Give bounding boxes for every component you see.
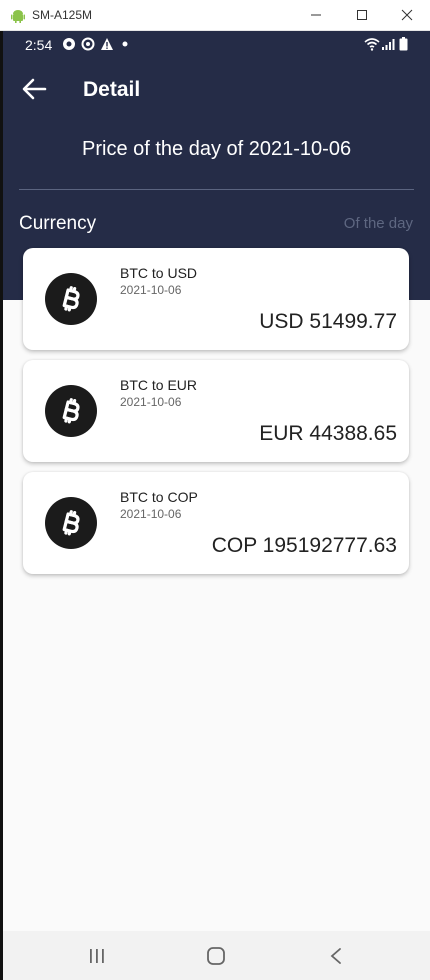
window-title-bar: SM-A125M (0, 0, 430, 31)
currency-pair: BTC to EUR (120, 377, 198, 393)
rate-date: 2021-10-06 (120, 507, 182, 521)
rate-amount: USD 51499.77 (259, 310, 397, 333)
sync-icon (81, 37, 95, 51)
rate-amount: COP 195192777.63 (211, 534, 397, 557)
rate-amount: EUR 44388.65 (259, 422, 397, 445)
header-divider (19, 189, 414, 190)
bitcoin-icon (45, 273, 97, 325)
rate-card[interactable]: BTC to EUR 2021-10-06 EUR 44388.65 (23, 360, 409, 462)
notification-icon (63, 38, 75, 50)
close-window-button[interactable] (384, 0, 430, 30)
of-the-day-label: Of the day (343, 215, 413, 232)
back-arrow-icon[interactable] (21, 77, 47, 101)
recent-apps-button[interactable] (77, 943, 117, 969)
page-title: Detail (83, 78, 141, 101)
currency-pair: BTC to USD (120, 265, 198, 281)
currency-pair: BTC to COP (120, 489, 198, 505)
more-notifications-dot-icon (122, 41, 128, 47)
rate-card[interactable]: BTC to USD 2021-10-06 USD 51499.77 (23, 248, 409, 350)
android-icon (11, 10, 25, 23)
rate-date: 2021-10-06 (120, 283, 182, 297)
rate-card-list: BTC to USD 2021-10-06 USD 51499.77 BTC t… (23, 248, 409, 584)
minimize-button[interactable] (293, 0, 339, 30)
system-nav-bar (3, 931, 430, 980)
bitcoin-icon (45, 497, 97, 549)
home-icon (207, 947, 225, 965)
status-bar: 2:54 (3, 31, 430, 58)
recent-apps-icon (90, 949, 104, 963)
back-button[interactable] (316, 943, 356, 969)
window-title: SM-A125M (32, 8, 93, 22)
maximize-button[interactable] (339, 0, 385, 30)
maximize-icon (357, 10, 367, 20)
signal-icon (382, 39, 395, 50)
rate-date: 2021-10-06 (120, 395, 182, 409)
rate-card[interactable]: BTC to COP 2021-10-06 COP 195192777.63 (23, 472, 409, 574)
bitcoin-icon (45, 385, 97, 437)
back-chevron-icon (330, 948, 341, 964)
wifi-icon (364, 38, 380, 51)
status-time: 2:54 (25, 37, 53, 53)
home-button[interactable] (196, 943, 236, 969)
battery-icon (399, 37, 408, 51)
minimize-icon (311, 14, 321, 16)
currency-label: Currency (19, 213, 97, 234)
close-icon (401, 9, 413, 21)
warning-icon (101, 38, 113, 50)
price-of-day-subtitle: Price of the day of 2021-10-06 (82, 138, 352, 160)
